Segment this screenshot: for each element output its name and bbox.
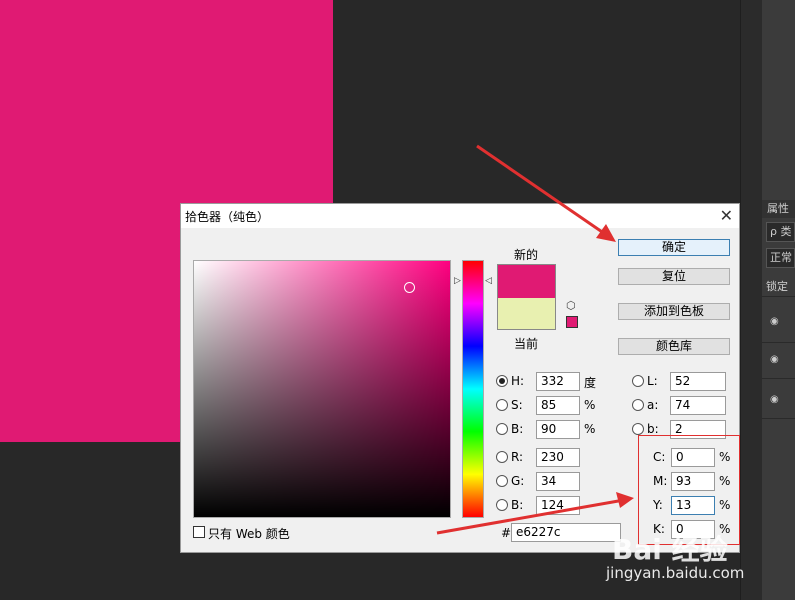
watermark-logo: Bai 经验 [612,533,728,566]
arrow-to-cmyk-icon [436,492,634,535]
annotation-arrows [436,144,634,535]
arrow-to-ok-button-icon [476,144,616,242]
watermark-url: jingyan.baidu.com [606,564,745,582]
baidu-jingyan-watermark: Bai 经验 jingyan.baidu.com [604,528,754,588]
